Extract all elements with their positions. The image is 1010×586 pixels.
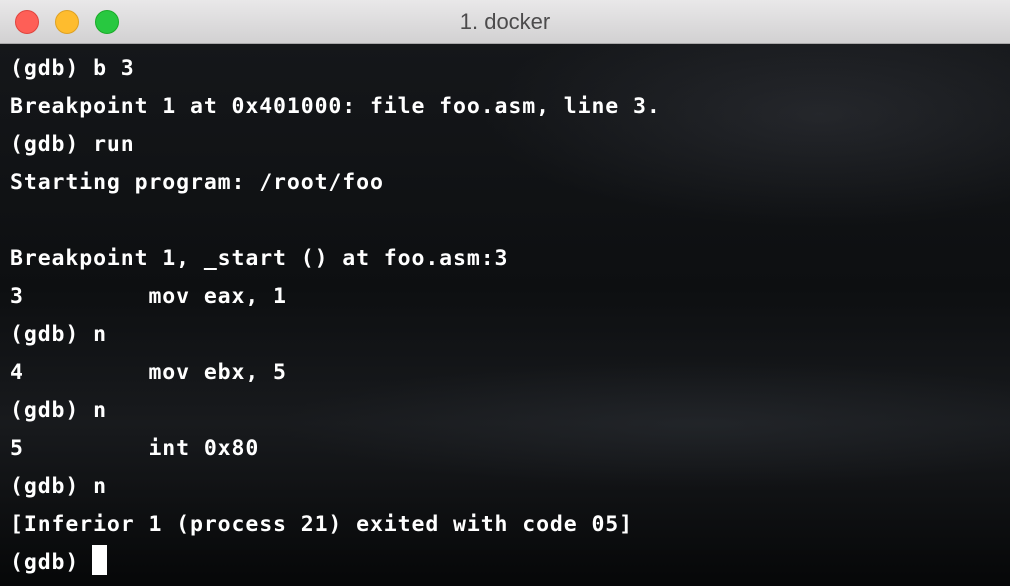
terminal-line: (gdb) n: [10, 398, 107, 423]
terminal-line: 3 mov eax, 1: [10, 284, 287, 309]
command-prompt-line[interactable]: (gdb): [10, 544, 661, 582]
terminal-output-area[interactable]: (gdb) b 3 Breakpoint 1 at 0x401000: file…: [0, 44, 1010, 586]
terminal-line: Breakpoint 1, _start () at foo.asm:3: [10, 246, 509, 271]
terminal-line: (gdb) b 3: [10, 56, 135, 81]
terminal-line: (gdb) n: [10, 322, 107, 347]
terminal-line: [Inferior 1 (process 21) exited with cod…: [10, 512, 633, 537]
terminal-line: (gdb) n: [10, 474, 107, 499]
title-bar[interactable]: 1. docker: [0, 0, 1010, 44]
terminal-line: (gdb) run: [10, 132, 135, 157]
window-title: 1. docker: [459, 9, 551, 34]
text-cursor: [92, 545, 108, 575]
terminal-line: 5 int 0x80: [10, 436, 260, 461]
terminal-line: Starting program: /root/foo: [10, 170, 384, 195]
terminal-lines: (gdb) b 3 Breakpoint 1 at 0x401000: file…: [10, 50, 661, 582]
gdb-prompt: (gdb): [10, 550, 80, 575]
terminal-line: 4 mov ebx, 5: [10, 360, 287, 385]
terminal-line: Breakpoint 1 at 0x401000: file foo.asm, …: [10, 94, 661, 119]
terminal-window: 1. docker (gdb) b 3 Breakpoint 1 at 0x40…: [0, 0, 1010, 586]
